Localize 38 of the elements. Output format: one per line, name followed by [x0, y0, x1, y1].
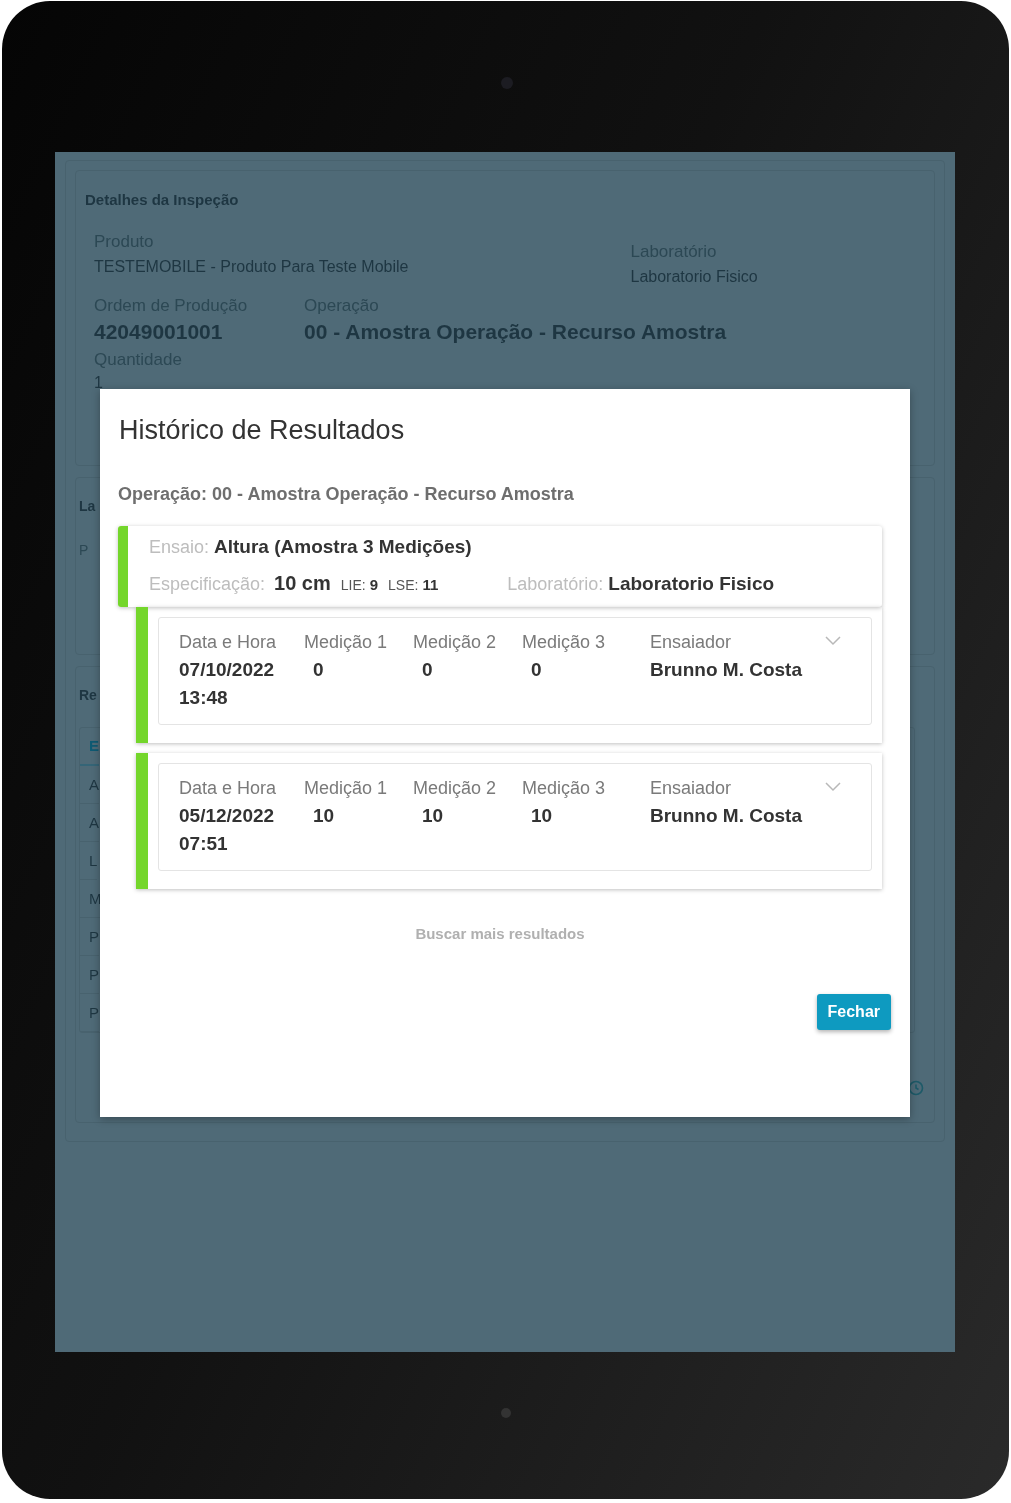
measurement-value: 0 [530, 658, 543, 682]
date-time-value: 05/12/2022 07:51 [179, 804, 276, 856]
test-label: Ensaio: [149, 537, 210, 558]
tester-value: Brunno M. Costa [650, 658, 803, 682]
spec-value: 10 cm [274, 572, 331, 595]
column-label: Data e Hora [179, 631, 278, 654]
lse-label: LSE: [388, 577, 419, 593]
column-label: Medição 2 [413, 631, 498, 654]
chevron-icon[interactable] [825, 636, 841, 646]
measurement-value: 10 [530, 804, 554, 828]
column-label: Medição 3 [522, 777, 607, 800]
date-time-value: 07/10/2022 13:48 [179, 658, 276, 710]
measurement-value: 10 [312, 804, 336, 828]
chevron-icon[interactable] [825, 782, 841, 792]
lie-value: 9 [369, 576, 379, 593]
laboratory-value: Laboratorio Fisico [608, 573, 775, 595]
measurement-value: 10 [421, 804, 445, 828]
tester-value: Brunno M. Costa [650, 804, 803, 828]
clock-icon[interactable] [908, 1080, 924, 1096]
column-label: Data e Hora [179, 777, 278, 800]
spec-label: Especificação: [149, 574, 266, 595]
home-button-icon [501, 1408, 511, 1418]
measurement-value: 0 [421, 658, 434, 682]
column-label: Medição 1 [304, 631, 389, 654]
column-label: Ensaiador [650, 777, 733, 800]
operation-text: Operação: 00 - Amostra Operação - Recurso Amostra [118, 484, 575, 505]
dialog-title: Histórico de Resultados [118, 415, 406, 446]
close-button[interactable]: Fechar [816, 994, 891, 1030]
laboratory-label: Laboratório: [507, 574, 604, 595]
column-label: Medição 3 [522, 631, 607, 654]
lse-value: 11 [422, 576, 439, 593]
column-label: Medição 2 [413, 777, 498, 800]
lie-label: LIE: [340, 577, 366, 593]
column-label: Medição 1 [304, 777, 389, 800]
test-value: Altura (Amostra 3 Medições) [214, 536, 472, 558]
column-label: Ensaiador [650, 631, 733, 654]
measurement-value: 0 [312, 658, 325, 682]
load-more-link[interactable]: Buscar mais resultados [415, 925, 585, 942]
